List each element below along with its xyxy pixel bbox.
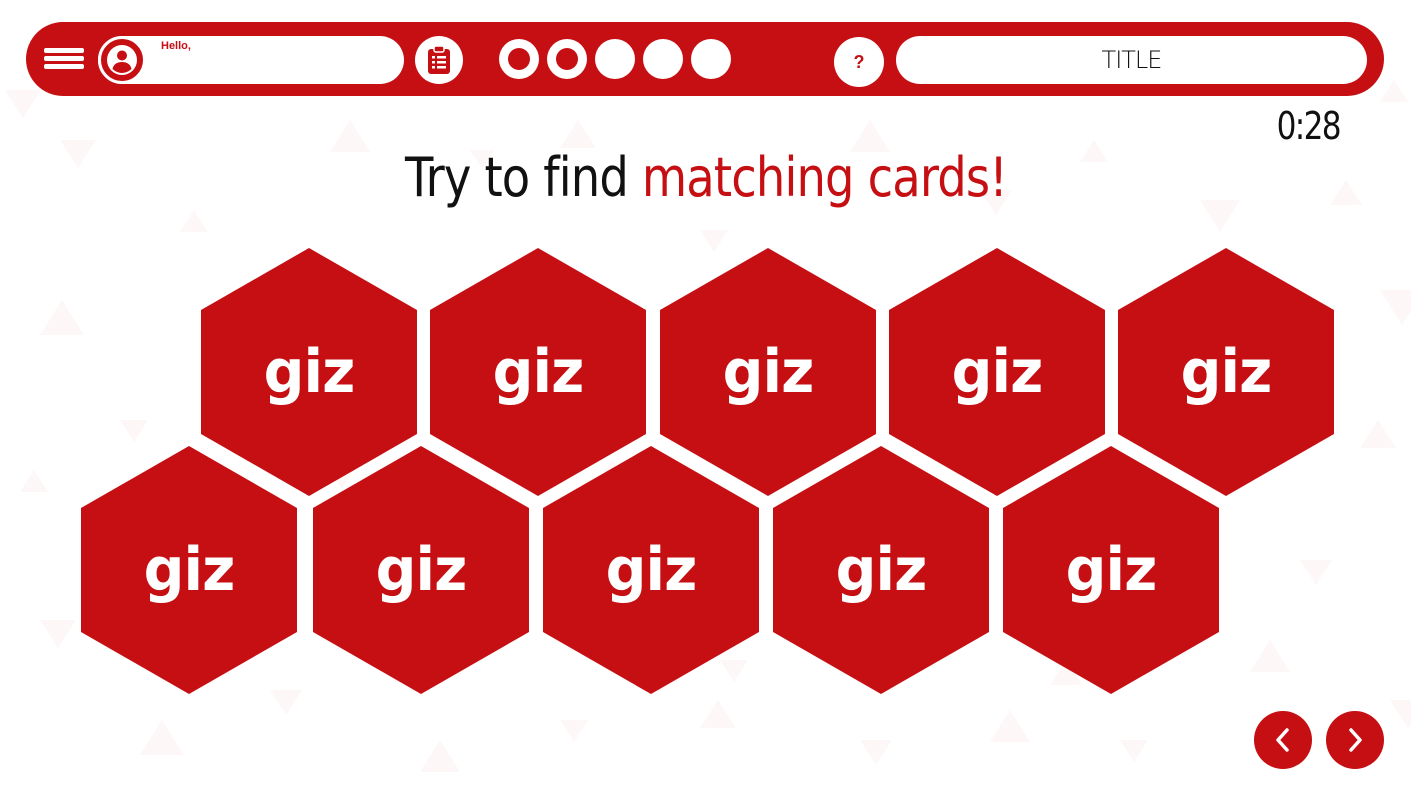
- background-triangle: [1390, 700, 1411, 728]
- progress-step: [595, 39, 635, 79]
- background-triangle: [140, 720, 184, 755]
- background-triangle: [40, 620, 76, 648]
- memory-card[interactable]: giz: [773, 446, 989, 694]
- next-button[interactable]: [1326, 711, 1384, 769]
- progress-step: [691, 39, 731, 79]
- memory-card[interactable]: giz: [313, 446, 529, 694]
- instruction-text: Try to find: [404, 146, 642, 209]
- progress-step: [499, 39, 539, 79]
- countdown-timer: 0:28: [1276, 104, 1342, 148]
- background-triangle: [560, 720, 588, 742]
- chevron-left-icon: [1276, 728, 1289, 752]
- menu-button[interactable]: [40, 43, 88, 75]
- previous-button[interactable]: [1254, 711, 1312, 769]
- background-triangle: [40, 300, 84, 335]
- memory-card[interactable]: giz: [81, 446, 297, 694]
- user-panel[interactable]: Hello,: [98, 36, 404, 84]
- memory-card[interactable]: giz: [543, 446, 759, 694]
- background-triangle: [1380, 290, 1411, 325]
- progress-step: [547, 39, 587, 79]
- background-triangle: [1120, 740, 1148, 762]
- card-logo: giz: [143, 535, 236, 605]
- card-logo: giz: [1065, 535, 1158, 605]
- background-triangle: [180, 210, 208, 232]
- hamburger-menu-icon-bar: [44, 56, 84, 61]
- background-triangle: [700, 700, 736, 728]
- background-triangle: [1380, 80, 1408, 102]
- background-triangle: [20, 470, 48, 492]
- hamburger-menu-icon-bar: [44, 64, 84, 69]
- tasks-button[interactable]: [415, 36, 463, 84]
- background-triangle: [560, 120, 596, 148]
- background-triangle: [1360, 420, 1396, 448]
- background-triangle: [420, 740, 460, 772]
- memory-card[interactable]: giz: [1003, 446, 1219, 694]
- help-button[interactable]: ?: [834, 37, 884, 87]
- background-triangle: [5, 90, 41, 118]
- progress-step: [643, 39, 683, 79]
- clipboard-list-icon: [428, 45, 450, 74]
- card-logo: giz: [375, 535, 468, 605]
- background-triangle: [990, 710, 1030, 742]
- top-bar: Hello, ? TITLE: [26, 22, 1384, 96]
- background-triangle: [1250, 640, 1290, 672]
- card-logo: giz: [835, 535, 928, 605]
- background-triangle: [860, 740, 892, 765]
- background-triangle: [120, 420, 148, 442]
- hamburger-menu-icon: [44, 48, 84, 53]
- user-avatar-icon: [98, 36, 146, 84]
- card-logo: giz: [605, 535, 698, 605]
- chevron-right-icon: [1349, 728, 1362, 752]
- title-field: TITLE: [896, 36, 1367, 84]
- progress-indicator: [499, 39, 731, 81]
- page-title: TITLE: [1101, 46, 1163, 74]
- instruction-highlight: matching cards!: [641, 146, 1007, 209]
- instruction-heading: Try to find matching cards!: [0, 146, 1411, 209]
- background-triangle: [1300, 560, 1332, 585]
- help-icon: ?: [853, 52, 865, 72]
- greeting-text: Hello,: [161, 40, 191, 52]
